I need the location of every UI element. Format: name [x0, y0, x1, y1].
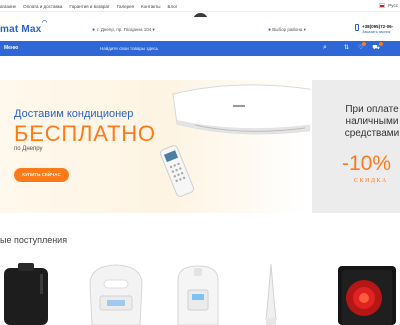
cart-badge	[378, 42, 383, 46]
logo-text: mat Max	[0, 24, 42, 35]
cart-icon[interactable]: ⛟	[372, 42, 383, 52]
top-link-payment[interactable]: Оплата и доставка	[23, 4, 62, 9]
top-links: агазине Оплата и доставка Гарантия и воз…	[0, 4, 177, 9]
store-address[interactable]: ● г. Днепр, пр. Гагарина 104 ▾	[92, 27, 155, 33]
search-icon[interactable]: ⌕	[323, 44, 327, 52]
location-pin-icon: ●	[268, 27, 272, 33]
product-aroma-diffuser[interactable]	[258, 260, 284, 325]
address-text: г. Днепр, пр. Гагарина 104 ▾	[97, 27, 155, 32]
top-link-blog[interactable]: Блог	[168, 4, 178, 9]
product-humidifier-black[interactable]	[0, 260, 62, 325]
language-selector[interactable]: Русс	[379, 3, 398, 8]
hero-title: Доставим кондиционер	[14, 108, 134, 120]
discount-label: СКИДКА	[354, 178, 388, 184]
top-bar: агазине Оплата и доставка Гарантия и воз…	[0, 0, 400, 12]
discount-percent: -10%	[342, 152, 392, 175]
product-humidifier-tower[interactable]	[170, 260, 226, 325]
nav-icons: ⇅ ♡ ⛟	[344, 42, 383, 52]
district-text: Выбор района ▾	[272, 27, 306, 32]
top-link-contacts[interactable]: Контакты	[141, 4, 160, 9]
menu-button[interactable]: Меню	[4, 45, 18, 51]
wishlist-badge	[362, 42, 367, 46]
discount-text: При оплате наличными средствами	[344, 104, 400, 139]
product-humidifier-white[interactable]	[84, 260, 148, 325]
top-link-about[interactable]: агазине	[0, 4, 16, 9]
air-conditioner-image	[172, 84, 310, 135]
heart-icon[interactable]: ♡	[358, 42, 367, 52]
wifi-icon: ◠	[41, 20, 48, 26]
site-header: mat Max ◠ ● г. Днепр, пр. Гагарина 104 ▾…	[0, 17, 400, 41]
logo[interactable]: mat Max ◠	[0, 20, 47, 35]
cash-discount-banner[interactable]: При оплате наличными средствами -10% СКИ…	[312, 80, 400, 213]
callback-link[interactable]: Заказать звонок	[362, 30, 393, 34]
top-link-gallery[interactable]: Галерея	[117, 4, 134, 9]
top-link-warranty[interactable]: Гарантия и возврат	[69, 4, 109, 9]
hero-banner[interactable]: Доставим кондиционер БЕСПЛАТНО по Днепру…	[0, 80, 310, 213]
remote-control-image	[160, 145, 194, 197]
phone-number: +38(095)72-06-	[362, 24, 394, 29]
language-label: Русс	[388, 3, 398, 8]
new-arrivals-title: ые поступления	[0, 235, 68, 245]
buy-now-button[interactable]: КУПИТЬ СЕЙЧАС	[14, 168, 69, 182]
hero-subtitle: по Днепру	[14, 146, 43, 152]
hero-headline: БЕСПЛАТНО	[14, 121, 156, 146]
search-input[interactable]: Найдите свои товары здесь	[100, 46, 158, 51]
phone-block[interactable]: +38(095)72-06- Заказать звонок	[355, 24, 394, 34]
compare-icon[interactable]: ⇅	[344, 44, 349, 52]
location-pin-icon: ●	[92, 27, 96, 33]
district-selector[interactable]: ● Выбор района ▾	[268, 27, 306, 33]
flag-icon	[379, 3, 386, 8]
product-heater-red[interactable]	[334, 260, 400, 325]
product-row	[0, 260, 400, 325]
phone-icon	[355, 24, 359, 31]
main-navbar: Меню Найдите свои товары здесь ⌕ ⇅ ♡ ⛟	[0, 41, 400, 56]
